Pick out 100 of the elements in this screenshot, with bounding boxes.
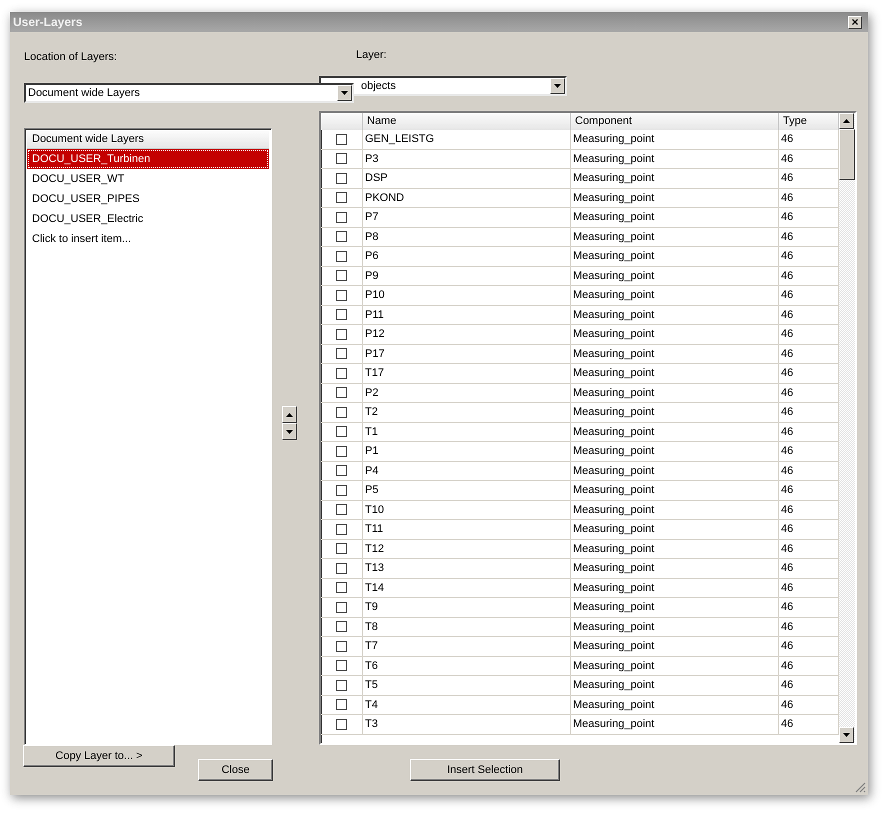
row-checkbox[interactable] (336, 484, 347, 496)
table-cell: Measuring_point (571, 150, 779, 168)
table-cell: Measuring_point (571, 559, 779, 578)
row-checkbox[interactable] (336, 543, 347, 554)
table-cell: Measuring_point (571, 715, 779, 734)
row-checkbox[interactable] (336, 562, 347, 574)
move-down-button[interactable] (282, 423, 297, 440)
row-checkbox[interactable] (336, 465, 347, 476)
row-checkbox[interactable] (336, 504, 347, 516)
table-cell: GEN_LEISTG (363, 130, 571, 148)
list-header: Document wide Layers (27, 131, 269, 149)
column-header[interactable]: Name (363, 113, 571, 130)
table-cell: PKOND (363, 188, 571, 207)
row-checkbox[interactable] (336, 621, 347, 632)
resize-grip-icon[interactable] (855, 782, 866, 793)
table-cell: T7 (363, 637, 571, 656)
row-checkbox[interactable] (336, 192, 347, 204)
table-cell: P12 (363, 325, 571, 344)
table-cell: P2 (363, 384, 571, 402)
row-checkbox[interactable] (336, 134, 347, 145)
row-checkbox[interactable] (336, 387, 347, 398)
table-cell: Measuring_point (571, 247, 779, 266)
table-cell: T1 (363, 422, 571, 441)
close-button[interactable]: × (848, 16, 862, 28)
table-cell: Measuring_point (571, 422, 779, 441)
layer-item[interactable]: DOCU_USER_PIPES (27, 189, 269, 209)
row-checkbox[interactable] (336, 582, 347, 594)
table-cell: Measuring_point (571, 540, 779, 558)
table-cell: Measuring_point (571, 442, 779, 460)
layer-dropdown[interactable]: objects (319, 76, 567, 96)
layer-item[interactable]: DOCU_USER_WT (27, 169, 269, 189)
row-checkbox[interactable] (336, 172, 347, 184)
row-checkbox[interactable] (336, 524, 347, 535)
dropdown-caret-icon (341, 91, 348, 95)
location-dropdown[interactable]: Document wide Layers (24, 83, 354, 103)
row-checkbox[interactable] (336, 309, 347, 320)
table-cell: Measuring_point (571, 266, 779, 285)
row-checkbox[interactable] (336, 348, 347, 360)
table-cell: T9 (363, 598, 571, 616)
row-checkbox[interactable] (336, 406, 347, 418)
table-cell: T8 (363, 618, 571, 636)
table-cell: T12 (363, 540, 571, 558)
row-checkbox[interactable] (336, 368, 347, 379)
row-checkbox[interactable] (336, 270, 347, 282)
table-cell: T14 (363, 578, 571, 597)
copy-layer-button[interactable]: Copy Layer to... > (23, 745, 175, 767)
table-cell: Measuring_point (571, 306, 779, 324)
insert-selection-button[interactable]: Insert Selection (410, 759, 560, 781)
row-checkbox[interactable] (336, 153, 347, 164)
row-checkbox[interactable] (336, 718, 347, 730)
layer-item[interactable]: DOCU_USER_Turbinen (27, 149, 269, 169)
table-cell: P5 (363, 481, 571, 500)
row-checkbox[interactable] (336, 231, 347, 242)
table-cell: Measuring_point (571, 169, 779, 188)
table-cell: Measuring_point (571, 228, 779, 246)
row-checkbox[interactable] (336, 602, 347, 613)
scroll-thumb[interactable] (839, 129, 855, 180)
table-cell: T5 (363, 676, 571, 694)
table-cell: T17 (363, 364, 571, 382)
row-checkbox[interactable] (336, 660, 347, 672)
table-cell: Measuring_point (571, 500, 779, 519)
table-cell: Measuring_point (571, 384, 779, 402)
table-cell: Measuring_point (571, 656, 779, 675)
location-label: Location of Layers: (24, 50, 117, 64)
table-cell: P10 (363, 286, 571, 304)
table-cell: Measuring_point (571, 364, 779, 382)
row-checkbox[interactable] (336, 212, 347, 223)
table-cell: T11 (363, 520, 571, 538)
row-checkbox[interactable] (336, 680, 347, 691)
column-header[interactable]: Component (571, 113, 779, 130)
table-cell: P9 (363, 266, 571, 285)
vertical-scrollbar[interactable] (839, 113, 855, 743)
row-checkbox[interactable] (336, 328, 347, 340)
table-cell: P7 (363, 208, 571, 226)
row-checkbox[interactable] (336, 640, 347, 652)
table-cell: Measuring_point (571, 325, 779, 344)
down-arrow-icon (286, 430, 293, 434)
table-cell: Measuring_point (571, 578, 779, 597)
table-cell: Measuring_point (571, 481, 779, 500)
table-cell: Measuring_point (571, 676, 779, 694)
layer-item[interactable]: Click to insert item... (27, 229, 269, 249)
table-cell: Measuring_point (571, 188, 779, 207)
table-cell: Measuring_point (571, 403, 779, 422)
row-checkbox[interactable] (336, 250, 347, 262)
table-cell: P11 (363, 306, 571, 324)
table-cell: Measuring_point (571, 208, 779, 226)
layer-item[interactable]: DOCU_USER_Electric (27, 209, 269, 229)
table-cell: P8 (363, 228, 571, 246)
move-up-button[interactable] (282, 406, 297, 423)
table-cell: Measuring_point (571, 598, 779, 616)
table-cell: T4 (363, 696, 571, 714)
row-checkbox[interactable] (336, 699, 347, 710)
row-checkbox[interactable] (336, 426, 347, 438)
table-cell: Measuring_point (571, 637, 779, 656)
row-checkbox[interactable] (336, 446, 347, 457)
close-dialog-button[interactable]: Close (198, 759, 273, 781)
table-cell: Measuring_point (571, 344, 779, 363)
column-header[interactable]: Type (779, 113, 839, 130)
table-cell: T2 (363, 403, 571, 422)
row-checkbox[interactable] (336, 290, 347, 301)
